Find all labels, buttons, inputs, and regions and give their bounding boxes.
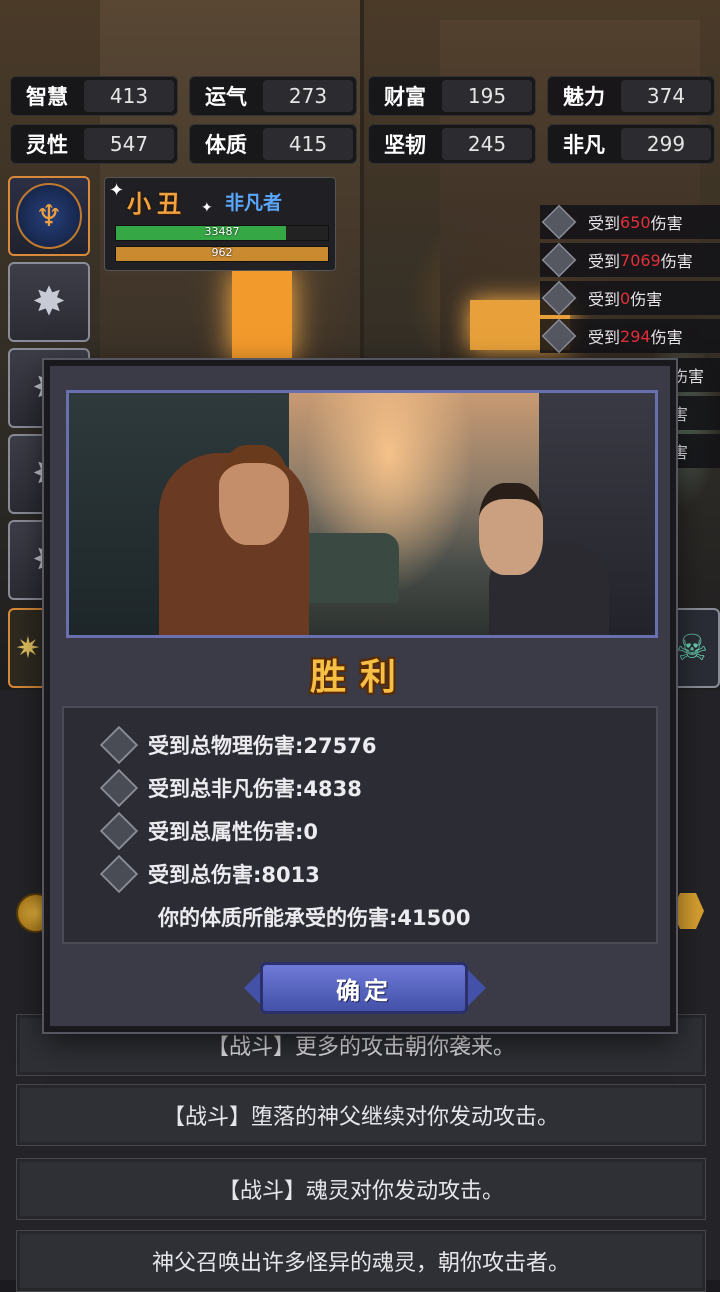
star-emblem-icon: ✸ (32, 279, 66, 325)
sparkle-icon: ✦ (201, 200, 213, 216)
summary-line-extraordinary: 受到总非凡伤害:4838 (99, 768, 362, 808)
damage-suffix: 伤害 (630, 290, 663, 309)
damage-prefix: 受到 (588, 290, 621, 309)
damage-amount: 650 (620, 212, 651, 232)
stat-value: 415 (263, 128, 353, 160)
stat-value: 374 (621, 80, 711, 112)
confirm-button[interactable]: 确定 (260, 962, 468, 1014)
summary-text: 受到总属性伤害:0 (148, 820, 319, 844)
stat-constitution: 体质 415 (189, 124, 357, 164)
skill-slot-1[interactable]: ✸ (8, 262, 90, 342)
summary-text: 受到总伤害:8013 (148, 863, 320, 887)
summary-text: 你的体质所能承受的伤害:41500 (158, 906, 471, 930)
sparkle-icon: ✦ (109, 180, 125, 201)
background-window-left (232, 270, 292, 360)
stat-name: 体质 (205, 133, 247, 157)
scene-head-right (479, 483, 543, 575)
damage-log-entry-partial: 害 (672, 396, 720, 430)
victory-title: 胜利 (309, 657, 410, 698)
damage-log-entry: 受到 0 伤害 (540, 280, 720, 316)
scene-head-left (219, 445, 289, 545)
stat-value: 273 (263, 80, 353, 112)
character-title: 非凡者 (225, 192, 283, 214)
hp-value: 33487 (204, 225, 240, 238)
mystery-icon (99, 768, 139, 808)
stat-luck: 运气 273 (189, 76, 357, 116)
damage-prefix: 受到 (588, 252, 621, 271)
damage-prefix: 受到 (588, 328, 621, 347)
mystery-icon (99, 854, 139, 894)
button-ornament-right (468, 970, 486, 1006)
damage-amount: 294 (620, 326, 651, 346)
victory-illustration (66, 390, 658, 638)
stat-value: 413 (84, 80, 174, 112)
mystery-icon (541, 280, 577, 316)
stat-wisdom: 智慧 413 (10, 76, 178, 116)
character-name: 小丑 (127, 190, 187, 218)
star-burst-icon: ✷ (15, 630, 41, 666)
damage-amount: 7069 (620, 250, 661, 270)
stat-name: 魅力 (563, 85, 605, 109)
battle-log-entry: 【战斗】魂灵对你发动攻击。 (16, 1158, 706, 1220)
stat-name: 坚韧 (384, 133, 426, 157)
mystery-icon (541, 318, 577, 354)
pathway-emblem-button[interactable]: ♆ (8, 176, 90, 256)
skill-slot-5[interactable]: ✷ (8, 608, 48, 688)
stat-name: 智慧 (26, 85, 68, 109)
clown-emblem-icon: ♆ (16, 183, 82, 249)
battle-log-entry: 【战斗】堕落的神父继续对你发动攻击。 (16, 1084, 706, 1146)
stats-grid: 智慧 413 运气 273 财富 195 魅力 374 灵性 547 体质 415 坚韧 24… (10, 76, 715, 164)
victory-dialog: 胜利 受到总物理伤害:27576 受到总非凡伤害:4838 受到总属性伤害:0 … (44, 360, 676, 1032)
mystery-icon (99, 725, 139, 765)
mp-bar: 962 (115, 246, 329, 262)
damage-log-entry-partial: 伤害 (672, 358, 720, 392)
summary-text: 受到总物理伤害:27576 (148, 734, 377, 758)
stat-tenacity: 坚韧 245 (368, 124, 536, 164)
damage-suffix: 伤害 (650, 328, 683, 347)
summary-line-attribute: 受到总属性伤害:0 (99, 811, 319, 851)
skull-icon: ☠ (675, 627, 709, 669)
stat-spirituality: 灵性 547 (10, 124, 178, 164)
damage-log-entry: 受到 7069 伤害 (540, 242, 720, 278)
summary-line-total: 受到总伤害:8013 (99, 854, 320, 894)
damage-prefix: 受到 (588, 214, 621, 233)
damage-suffix: 伤害 (660, 252, 693, 271)
mystery-icon (541, 204, 577, 240)
stat-value: 245 (442, 128, 532, 160)
summary-line-physical: 受到总物理伤害:27576 (99, 725, 377, 765)
stat-name: 非凡 (563, 133, 605, 157)
battle-log-entry: 神父召唤出许多怪异的魂灵，朝你攻击者。 (16, 1230, 706, 1292)
hp-bar: 33487 (115, 225, 329, 241)
stat-value: 299 (621, 128, 711, 160)
mp-value: 962 (211, 246, 233, 259)
stat-charm: 魅力 374 (547, 76, 715, 116)
stat-name: 运气 (205, 85, 247, 109)
stat-value: 195 (442, 80, 532, 112)
stat-name: 财富 (384, 85, 426, 109)
damage-log-entry-partial: 害 (672, 434, 720, 468)
damage-log-entry: 受到 294 伤害 (540, 318, 720, 354)
mystery-icon (99, 811, 139, 851)
summary-line-capacity: 你的体质所能承受的伤害:41500 (158, 900, 470, 934)
damage-log-entry: 受到 650 伤害 (540, 204, 720, 240)
damage-amount: 0 (620, 288, 631, 308)
stat-extraordinary: 非凡 299 (547, 124, 715, 164)
character-card: ✦ 小丑 ✦ 非凡者 33487 962 (104, 177, 336, 271)
summary-text: 受到总非凡伤害:4838 (148, 777, 362, 801)
mystery-icon (541, 242, 577, 278)
stat-value: 547 (84, 128, 174, 160)
damage-suffix: 伤害 (650, 214, 683, 233)
stat-name: 灵性 (26, 133, 68, 157)
stat-wealth: 财富 195 (368, 76, 536, 116)
